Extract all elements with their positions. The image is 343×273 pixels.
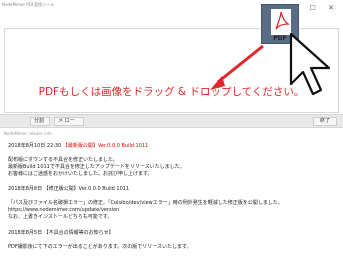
news-line: 「パス及びファイル名破損エラー」の修正。「Colsibo/dev/viewエラー… (8, 200, 283, 206)
news-entry-1: 2018年8月10日 22:30 【最新版公開】Ver.0.0.0 Build … (8, 143, 148, 150)
news-line: 配布版にダウンする不具合を修正いたしました。 (8, 157, 119, 163)
news-line: 最新版Build 1011で不具合を修正したアップデートをリリースいたしました。 (8, 164, 185, 170)
news-panel: NodeMimer release info 2018年8月10日 22:30 … (0, 129, 343, 273)
news-link[interactable]: https://www.nodemimer.com/update/version (8, 207, 119, 214)
entry-date: 2018年8月10日 22:30 (8, 143, 62, 149)
menu-button[interactable]: メ ロー (54, 117, 84, 126)
window-title: NodeMimer PDF変換ツール (2, 2, 55, 7)
exit-button[interactable]: 終了 (313, 117, 337, 126)
news-line: お客様にはご迷惑をおかけいたしました。お詫び申し上げます。 (8, 171, 153, 177)
app-window: NodeMimer PDF変換ツール — ☐ ✕ PDFもしくは画像をドラッグ … (0, 0, 343, 273)
news-entry-3: 2018年8月5日 【不具合の情報等のお知らせ】 (8, 230, 114, 236)
mouse-cursor-icon (289, 32, 331, 96)
news-line: なお、上書きインストールどちらも可能です。 (8, 214, 113, 220)
news-line: PDF撮影後にて下のエラーが出ることがあります。次の版でリリースいたします。 (8, 244, 192, 250)
toolbar: 分割 メ ロー 終了 (0, 114, 343, 128)
news-entry-2: 2018年8月8日 【修正版公開】Ver.0.0.0 Build 1011 (8, 186, 130, 192)
entry-tag: 【最新版公開】Ver.0.0.0 Build 1011 (62, 143, 149, 149)
split-button[interactable]: 分割 (30, 117, 50, 126)
news-header: NodeMimer release info (4, 131, 52, 136)
